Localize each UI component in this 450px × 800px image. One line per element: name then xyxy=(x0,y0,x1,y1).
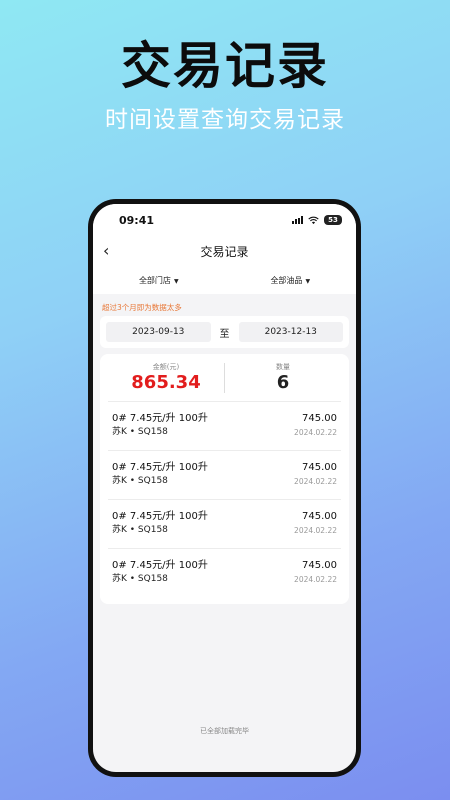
record-date: 2024.02.22 xyxy=(294,575,337,584)
summary-count: 数量 6 xyxy=(225,362,341,394)
phone-screen: 09:41 53 ‹ 交易记录 全部门店 ▼ 全部油品 ▼ 超过3个月即为数据太… xyxy=(93,204,356,772)
fuel-filter-dropdown[interactable]: 全部油品 ▼ xyxy=(225,275,357,286)
record-amount: 745.00 xyxy=(302,462,337,473)
caret-down-icon: ▼ xyxy=(173,277,179,285)
store-filter-label: 全部门店 xyxy=(138,275,171,285)
back-button[interactable]: ‹ xyxy=(103,241,109,261)
records-card: 金额(元) 865.34 数量 6 0# 7.45元/升 100升 苏K • S… xyxy=(100,354,349,604)
wifi-icon xyxy=(308,216,319,224)
record-info: 0# 7.45元/升 100升 苏K • SQ158 xyxy=(112,510,294,548)
store-filter-dropdown[interactable]: 全部门店 ▼ xyxy=(93,275,225,286)
status-time: 09:41 xyxy=(119,213,155,227)
phone-frame: 09:41 53 ‹ 交易记录 全部门店 ▼ 全部油品 ▼ 超过3个月即为数据太… xyxy=(88,199,361,777)
nav-bar: ‹ 交易记录 xyxy=(93,236,356,266)
start-date-field[interactable]: 2023-09-13 xyxy=(106,322,211,342)
record-row[interactable]: 0# 7.45元/升 100升 苏K • SQ158 745.00 2024.0… xyxy=(108,500,341,549)
promo-title: 交易记录 xyxy=(121,37,329,95)
fuel-filter-label: 全部油品 xyxy=(270,275,303,285)
count-label: 数量 xyxy=(276,362,290,371)
record-amount: 745.00 xyxy=(302,511,337,522)
record-row[interactable]: 0# 7.45元/升 100升 苏K • SQ158 745.00 2024.0… xyxy=(108,451,341,500)
summary-amount: 金额(元) 865.34 xyxy=(108,362,224,394)
end-date-field[interactable]: 2023-12-13 xyxy=(238,322,343,342)
record-meta: 745.00 2024.02.22 xyxy=(294,510,337,548)
record-row[interactable]: 0# 7.45元/升 100升 苏K • SQ158 745.00 2024.0… xyxy=(108,549,341,598)
record-fuel: 0# 7.45元/升 100升 xyxy=(112,511,208,522)
signal-icon xyxy=(292,216,303,224)
status-bar: 09:41 53 xyxy=(93,204,356,236)
record-info: 0# 7.45元/升 100升 苏K • SQ158 xyxy=(112,412,294,450)
record-fuel: 0# 7.45元/升 100升 xyxy=(112,462,208,473)
range-hint: 超过3个月即为数据太多 xyxy=(102,303,182,312)
record-plate: 苏K • SQ158 xyxy=(112,525,168,535)
summary: 金额(元) 865.34 数量 6 xyxy=(108,354,341,402)
record-fuel: 0# 7.45元/升 100升 xyxy=(112,413,208,424)
amount-label: 金额(元) xyxy=(152,362,180,371)
record-plate: 苏K • SQ158 xyxy=(112,427,168,437)
record-info: 0# 7.45元/升 100升 苏K • SQ158 xyxy=(112,461,294,499)
count-value: 6 xyxy=(276,371,290,393)
date-range-picker: 2023-09-13 至 2023-12-13 xyxy=(100,316,349,348)
filter-bar: 全部门店 ▼ 全部油品 ▼ xyxy=(93,266,356,294)
record-plate: 苏K • SQ158 xyxy=(112,476,168,486)
record-row[interactable]: 0# 7.45元/升 100升 苏K • SQ158 745.00 2024.0… xyxy=(108,402,341,451)
record-date: 2024.02.22 xyxy=(294,477,337,486)
load-complete-text: 已全部加载完毕 xyxy=(200,727,249,735)
record-meta: 745.00 2024.02.22 xyxy=(294,461,337,499)
battery-icon: 53 xyxy=(324,215,342,225)
page-title: 交易记录 xyxy=(200,244,249,259)
promo-subtitle: 时间设置查询交易记录 xyxy=(105,107,345,133)
record-amount: 745.00 xyxy=(302,413,337,424)
date-separator: 至 xyxy=(219,328,230,340)
record-meta: 745.00 2024.02.22 xyxy=(294,412,337,450)
amount-value: 865.34 xyxy=(131,371,201,393)
record-meta: 745.00 2024.02.22 xyxy=(294,559,337,598)
record-amount: 745.00 xyxy=(302,560,337,571)
caret-down-icon: ▼ xyxy=(305,277,311,285)
record-info: 0# 7.45元/升 100升 苏K • SQ158 xyxy=(112,559,294,598)
record-fuel: 0# 7.45元/升 100升 xyxy=(112,560,208,571)
record-date: 2024.02.22 xyxy=(294,526,337,535)
record-date: 2024.02.22 xyxy=(294,428,337,437)
status-icons: 53 xyxy=(292,215,342,225)
record-plate: 苏K • SQ158 xyxy=(112,574,168,584)
